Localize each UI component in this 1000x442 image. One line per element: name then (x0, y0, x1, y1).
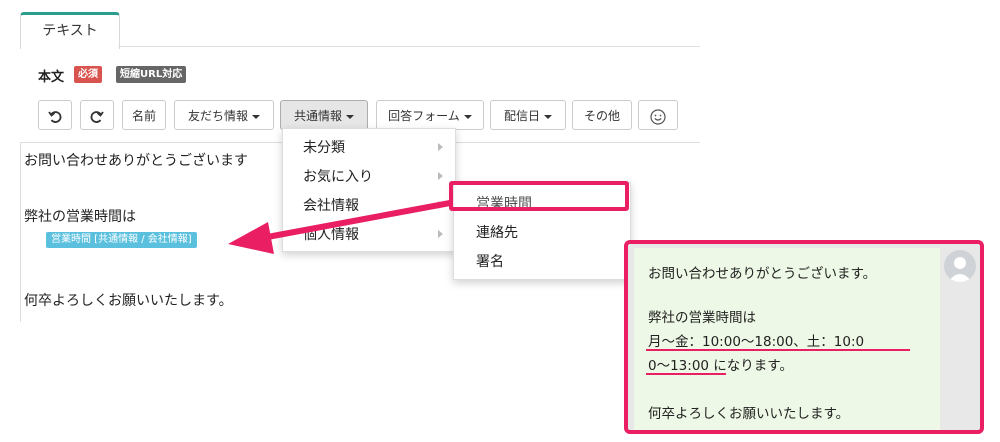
user-avatar-icon (944, 250, 976, 282)
submenu-item-signature[interactable]: 署名 (476, 251, 504, 271)
other-button[interactable]: その他 (572, 100, 632, 130)
short-url-badge: 短縮URL対応 (116, 66, 187, 83)
caret-down-icon (252, 114, 260, 119)
chevron-right-icon (438, 143, 443, 151)
message-preview: お問い合わせありがとうございます。 弊社の営業時間は 月～金：10:00～18:… (624, 240, 984, 434)
caret-down-icon (544, 114, 552, 119)
required-badge: 必須 (74, 66, 102, 83)
chevron-right-icon (438, 201, 443, 209)
caret-down-icon (463, 114, 472, 119)
redo-icon (90, 110, 104, 123)
delivery-date-dropdown[interactable]: 配信日 (490, 100, 566, 130)
common-info-dropdown[interactable]: 共通情報 (280, 100, 368, 130)
hours-underline (646, 373, 726, 375)
highlight-frame (449, 181, 629, 211)
friend-info-label: 友だち情報 (187, 109, 248, 123)
undo-icon (48, 110, 62, 123)
caret-down-icon (346, 114, 354, 119)
menu-item-company-info[interactable]: 会社情報 (303, 195, 359, 215)
tab-divider (118, 46, 700, 47)
chevron-right-icon (438, 172, 443, 180)
chat-bubble: お問い合わせありがとうございます。 弊社の営業時間は 月～金：10:00～18:… (634, 248, 940, 430)
textarea-line-greeting: お問い合わせありがとうございます (24, 153, 248, 169)
preview-line-hours-1: 月～金：10:00～18:00、土：10:0 (648, 334, 865, 350)
answer-form-label: 回答フォーム (388, 109, 460, 123)
hours-end: 0～13:00 (648, 358, 709, 374)
tab-text[interactable]: テキスト (20, 12, 120, 49)
chevron-right-icon (438, 230, 443, 238)
smiley-icon (650, 108, 666, 125)
delivery-date-label: 配信日 (503, 109, 540, 123)
redo-button[interactable] (80, 100, 114, 130)
submenu-item-contact[interactable]: 連絡先 (476, 222, 518, 242)
common-info-label: 共通情報 (293, 109, 342, 123)
textarea-line-hours-intro: 弊社の営業時間は (24, 209, 136, 225)
menu-item-uncategorized[interactable]: 未分類 (303, 137, 345, 157)
hours-underline (646, 349, 910, 351)
preview-line-closing: 何卒よろしくお願いいたします。 (648, 406, 850, 422)
hours-suffix: になります。 (709, 358, 793, 374)
undo-button[interactable] (38, 100, 72, 130)
emoji-button[interactable] (638, 100, 678, 130)
common-info-menu: 未分類 お気に入り 会社情報 個人情報 (282, 128, 456, 252)
friend-info-dropdown[interactable]: 友だち情報 (174, 100, 274, 130)
variable-tag[interactable]: 営業時間 [共通情報 / 会社情報] (46, 232, 197, 248)
menu-item-personal-info[interactable]: 個人情報 (303, 224, 359, 244)
name-button[interactable]: 名前 (122, 100, 166, 130)
other-label: その他 (583, 109, 620, 123)
menu-item-favorites[interactable]: お気に入り (303, 166, 373, 186)
answer-form-dropdown[interactable]: 回答フォーム (376, 100, 484, 130)
preview-line-hours-intro: 弊社の営業時間は (648, 310, 756, 326)
body-label: 本文 (38, 70, 65, 85)
textarea-line-closing: 何卒よろしくお願いいたします。 (24, 293, 233, 309)
preview-line-greeting: お問い合わせありがとうございます。 (648, 266, 877, 282)
name-button-label: 名前 (131, 109, 156, 123)
preview-line-hours-2: 0～13:00 になります。 (648, 354, 793, 374)
